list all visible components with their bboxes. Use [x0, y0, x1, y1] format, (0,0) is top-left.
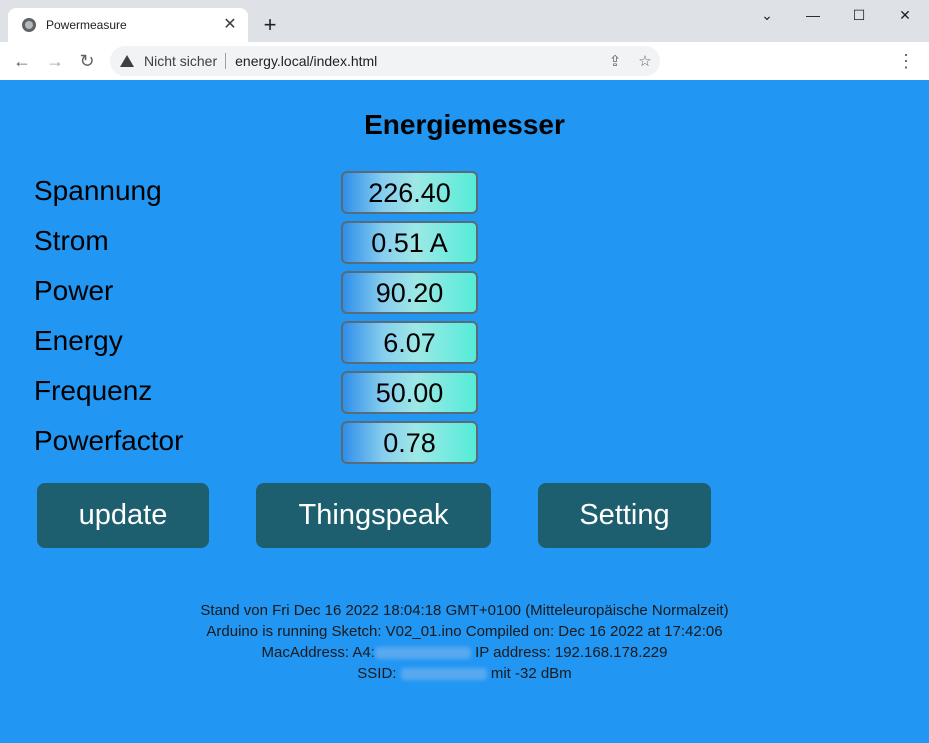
- reading-value: 50.00: [341, 371, 478, 414]
- reading-value: 226.40: [341, 171, 478, 214]
- update-button[interactable]: update: [37, 483, 209, 548]
- reading-value: 0.78: [341, 421, 478, 464]
- sketch-info-line: Arduino is running Sketch: V02_01.ino Co…: [206, 623, 723, 640]
- tab-close-icon[interactable]: ✕: [220, 15, 240, 35]
- redacted-mac: [374, 647, 471, 660]
- forward-arrow-icon[interactable]: →: [42, 48, 68, 74]
- page-content: Energiemesser Spannung 226.40 Strom 0.51…: [0, 80, 929, 743]
- reading-row-power: Power 90.20: [0, 271, 600, 314]
- reading-label: Energy: [34, 325, 123, 356]
- reading-label: Strom: [34, 225, 109, 256]
- browser-toolbar: ← → ↻ Nicht sicher energy.local/index.ht…: [0, 42, 929, 81]
- tab-bar: Powermeasure ✕ + ⌄ — ☐ ✕: [0, 0, 929, 42]
- reading-row-spannung: Spannung 226.40: [0, 171, 600, 214]
- redacted-ssid: [400, 668, 487, 681]
- ssid-label: SSID:: [357, 665, 397, 682]
- address-bar[interactable]: Nicht sicher energy.local/index.html ⇪ ☆: [110, 46, 660, 76]
- security-indicator[interactable]: Nicht sicher: [144, 53, 217, 69]
- new-tab-button[interactable]: +: [258, 13, 282, 37]
- globe-icon: [22, 18, 36, 32]
- reading-label: Powerfactor: [34, 425, 184, 456]
- minimize-button[interactable]: —: [790, 0, 836, 30]
- reading-value: 6.07: [341, 321, 478, 364]
- back-arrow-icon[interactable]: ←: [9, 48, 35, 74]
- signal-strength: mit -32 dBm: [490, 665, 572, 682]
- close-window-button[interactable]: ✕: [882, 0, 928, 30]
- reading-label: Power: [34, 275, 114, 306]
- setting-button[interactable]: Setting: [538, 483, 711, 548]
- reading-label: Frequenz: [34, 375, 153, 406]
- warning-icon[interactable]: [120, 55, 134, 67]
- reading-row-energy: Energy 6.07: [0, 321, 600, 364]
- reload-icon[interactable]: ↻: [74, 48, 100, 74]
- ssid-line: SSID: mit -32 dBm: [0, 663, 929, 684]
- timestamp-line: Stand von Fri Dec 16 2022 18:04:18 GMT+0…: [200, 602, 729, 619]
- status-footer: Stand von Fri Dec 16 2022 18:04:18 GMT+0…: [0, 600, 929, 684]
- maximize-button[interactable]: ☐: [836, 0, 882, 30]
- share-icon[interactable]: ⇪: [600, 52, 630, 70]
- thingspeak-button[interactable]: Thingspeak: [256, 483, 491, 548]
- url-text[interactable]: energy.local/index.html: [235, 53, 600, 69]
- bookmark-star-icon[interactable]: ☆: [630, 52, 660, 70]
- reading-row-strom: Strom 0.51 A: [0, 221, 600, 264]
- omnibox-divider: [225, 53, 227, 69]
- browser-menu-icon[interactable]: ⋮: [896, 48, 916, 74]
- browser-tab[interactable]: Powermeasure ✕: [8, 8, 248, 42]
- reading-row-powerfactor: Powerfactor 0.78: [0, 421, 600, 464]
- network-info-line: MacAddress: A4: IP address: 192.168.178.…: [0, 642, 929, 663]
- reading-label: Spannung: [34, 175, 162, 206]
- tab-title: Powermeasure: [46, 18, 127, 32]
- mac-address-label: MacAddress: A4:: [261, 644, 375, 661]
- reading-value: 90.20: [341, 271, 478, 314]
- reading-value: 0.51 A: [341, 221, 478, 264]
- tab-search-icon[interactable]: ⌄: [744, 0, 790, 30]
- page-title: Energiemesser: [364, 109, 565, 140]
- reading-row-frequenz: Frequenz 50.00: [0, 371, 600, 414]
- ip-address: IP address: 192.168.178.229: [475, 644, 668, 661]
